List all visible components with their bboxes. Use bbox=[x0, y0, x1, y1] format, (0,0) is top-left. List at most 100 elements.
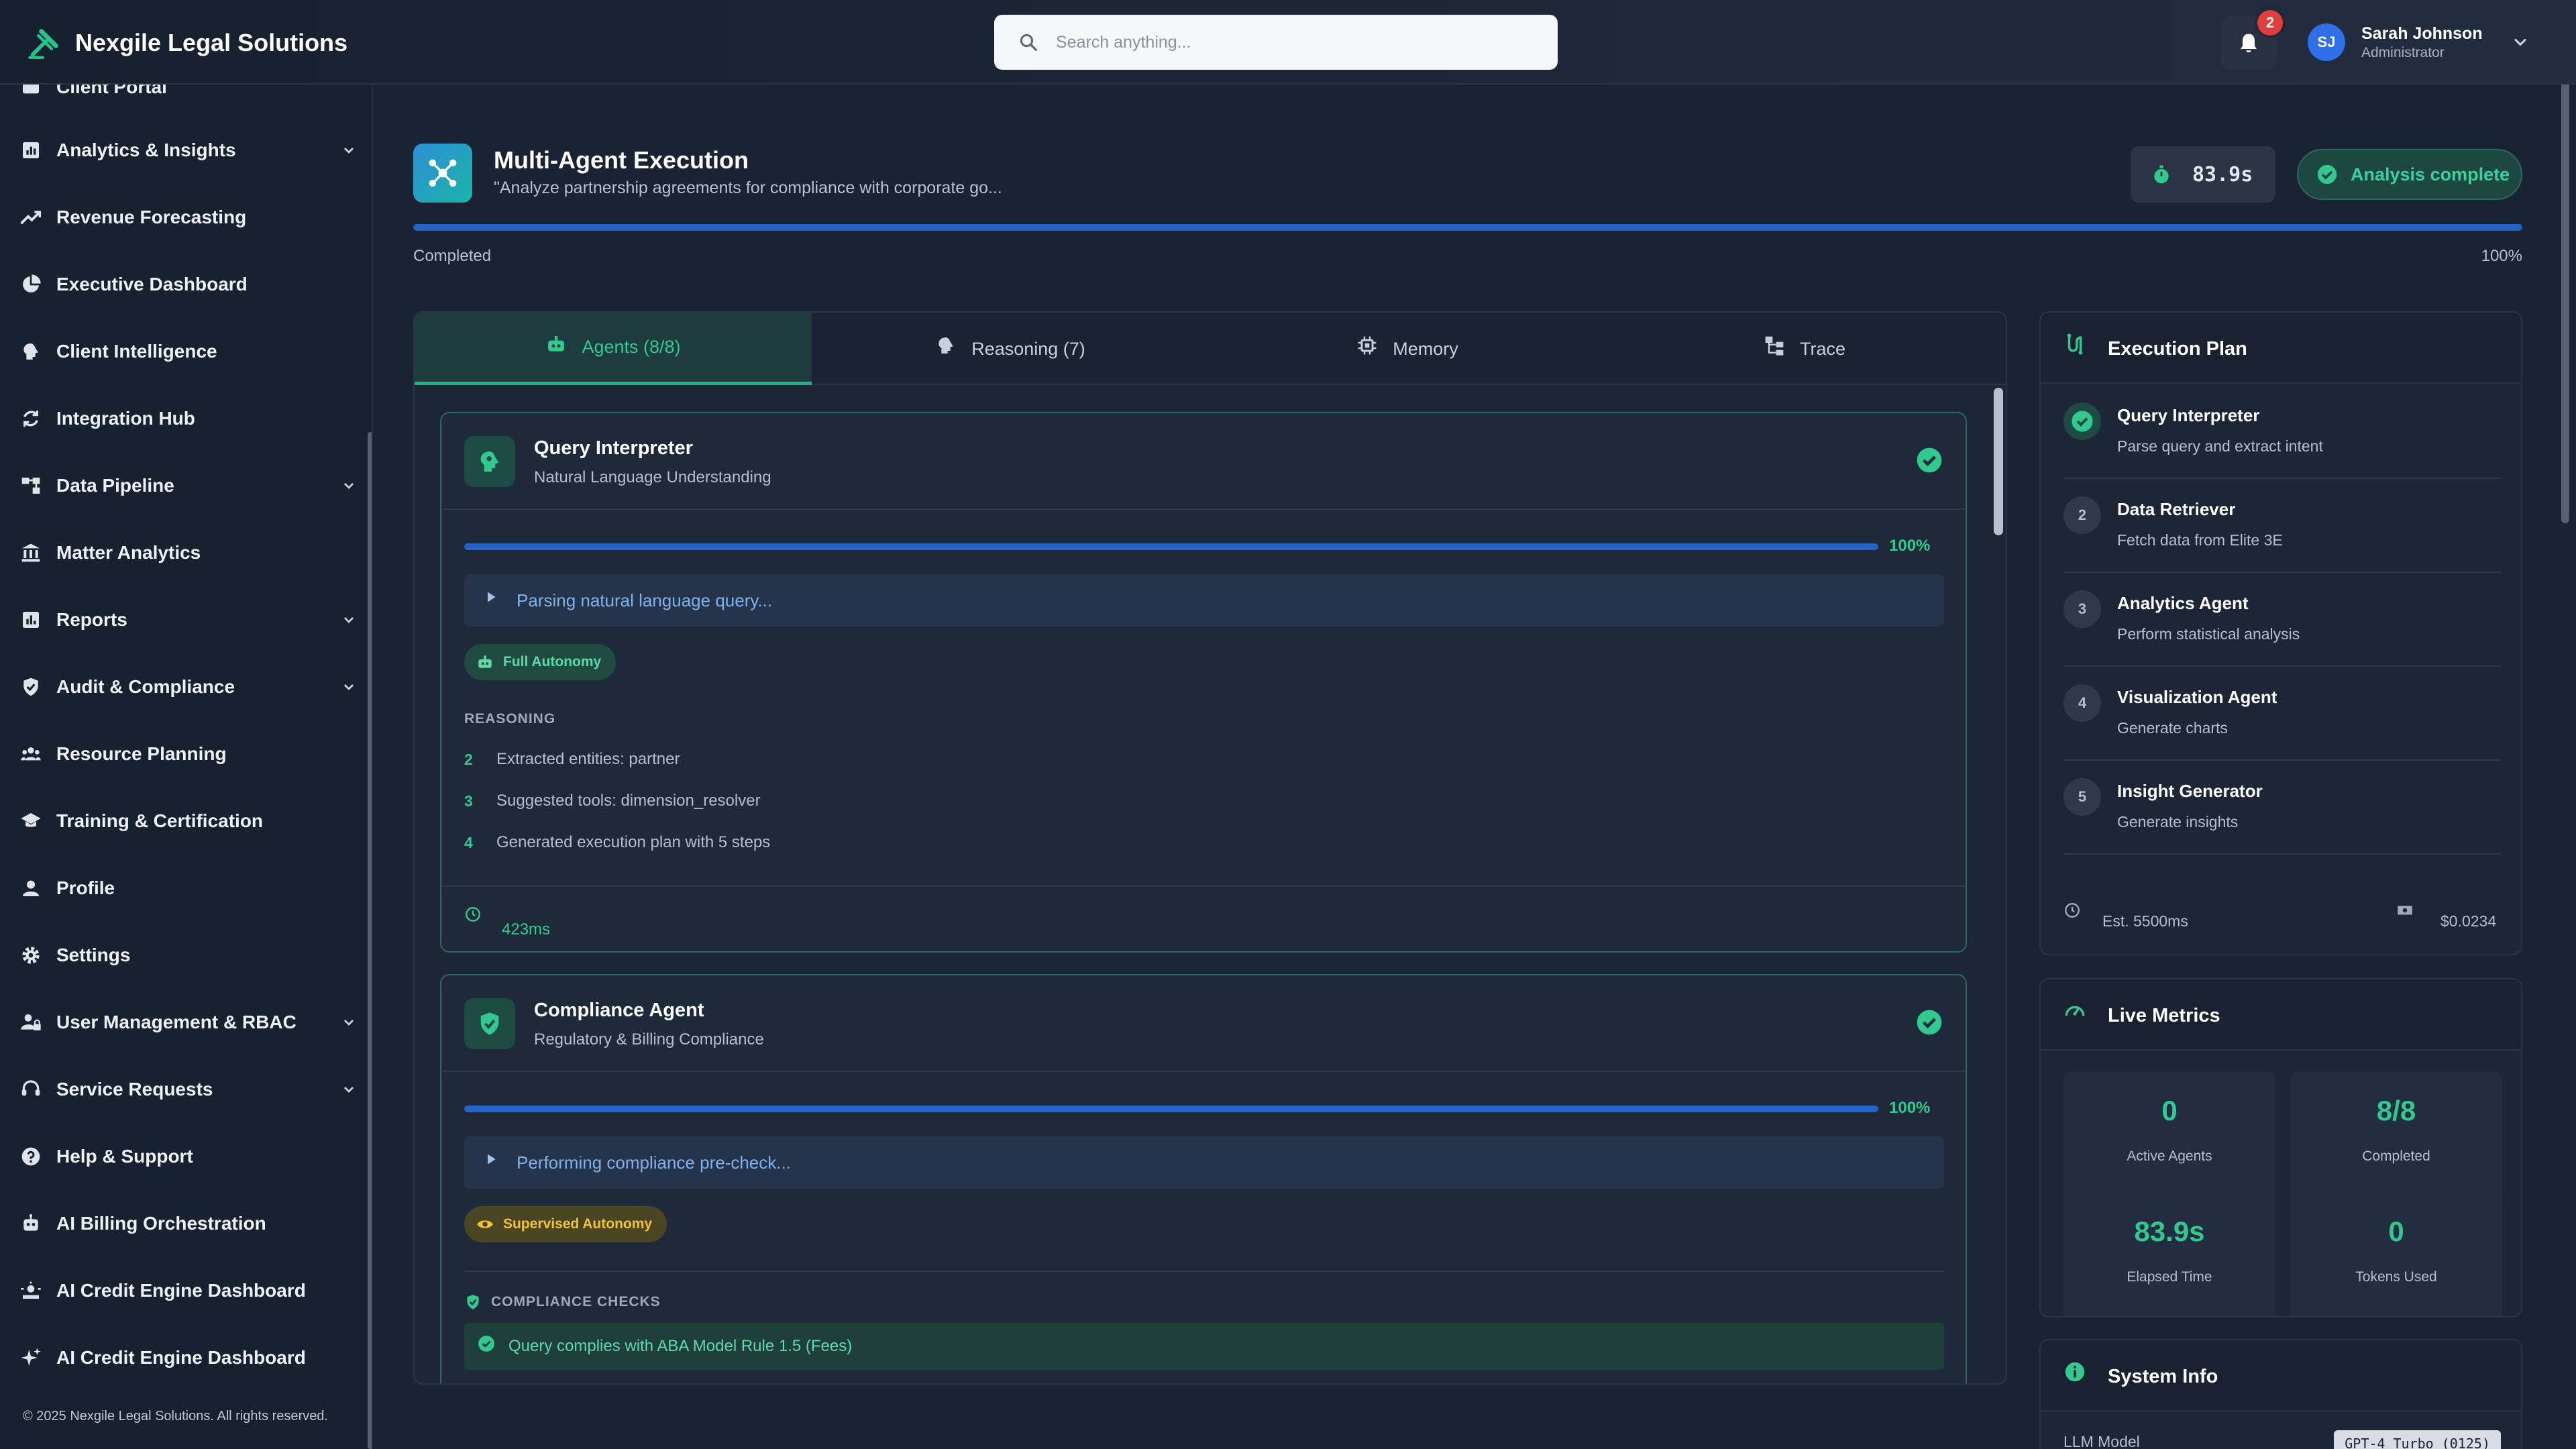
route-icon bbox=[2067, 333, 2083, 355]
sidebar-item-integration-hub[interactable]: Integration Hub bbox=[0, 392, 368, 445]
sparkle-icon bbox=[21, 1348, 41, 1366]
agent-current-step[interactable]: Performing compliance pre-check... bbox=[464, 1136, 1944, 1189]
chevron-down-icon bbox=[344, 1020, 354, 1026]
sidebar-scrollbar[interactable] bbox=[368, 432, 372, 1449]
system-info-header: System Info bbox=[2041, 1340, 2521, 1411]
sidebar-item-ai-credit-engine[interactable]: AI Credit Engine Dashboard bbox=[0, 1264, 368, 1318]
agent-progress-fill bbox=[464, 1106, 1878, 1112]
metric-tokens-used: 0 Tokens Used bbox=[2290, 1193, 2502, 1316]
execution-progress-fill bbox=[413, 224, 2522, 231]
robot-icon bbox=[478, 655, 492, 668]
sidebar-item-profile[interactable]: Profile bbox=[0, 861, 368, 915]
sidebar-item-analytics[interactable]: Analytics & Insights bbox=[0, 123, 368, 177]
chevron-down-icon bbox=[344, 148, 354, 154]
chip-icon bbox=[1358, 336, 1377, 355]
search-bar[interactable] bbox=[994, 15, 1558, 70]
check-circle-icon bbox=[1917, 447, 1942, 473]
agent-card-compliance[interactable]: Compliance Agent Regulatory & Billing Co… bbox=[440, 974, 1967, 1383]
plan-step[interactable]: 5 Insight Generator Generate insights bbox=[2063, 761, 2501, 855]
tab-reasoning[interactable]: Reasoning (7) bbox=[812, 313, 1209, 385]
sidebar-item-ai-billing[interactable]: AI Billing Orchestration bbox=[0, 1197, 368, 1250]
tab-agents[interactable]: Agents (8/8) bbox=[415, 313, 812, 385]
sidebar-item-executive-dashboard[interactable]: Executive Dashboard bbox=[0, 258, 368, 311]
execution-plan-title: Execution Plan bbox=[2108, 338, 2247, 360]
sidebar-item-reports[interactable]: Reports bbox=[0, 593, 368, 647]
sidebar-item-ai-credit-engine-2[interactable]: AI Credit Engine Dashboard bbox=[0, 1331, 368, 1385]
llm-model-chip: GPT-4 Turbo (0125) bbox=[2334, 1430, 2501, 1449]
sidebar-item-service-requests[interactable]: Service Requests bbox=[0, 1063, 368, 1116]
agents-panel: Agents (8/8) Reasoning (7) Memory Trace … bbox=[413, 311, 2007, 1385]
plan-step[interactable]: 2 Data Retriever Fetch data from Elite 3… bbox=[2063, 479, 2501, 573]
brain-icon bbox=[480, 451, 499, 472]
sidebar-item-client-portal[interactable]: Client Portal bbox=[0, 85, 368, 114]
robot-icon bbox=[548, 335, 565, 352]
agent-icon bbox=[464, 436, 515, 487]
reasoning-line: 2 Extracted entities: partner bbox=[464, 750, 680, 768]
compliance-checks-heading: COMPLIANCE CHECKS bbox=[464, 1293, 661, 1311]
card-divider bbox=[464, 1271, 1944, 1272]
money-icon bbox=[2398, 906, 2412, 915]
sidebar-item-audit-compliance[interactable]: Audit & Compliance bbox=[0, 660, 368, 714]
tab-trace[interactable]: Trace bbox=[1606, 313, 2003, 385]
agent-icon bbox=[464, 998, 515, 1049]
reports-icon bbox=[23, 612, 39, 628]
user-menu[interactable]: SJ Sarah Johnson Administrator bbox=[2308, 21, 2530, 63]
help-icon bbox=[21, 1147, 40, 1166]
sidebar-item-revenue-forecasting[interactable]: Revenue Forecasting bbox=[0, 191, 368, 244]
chevron-down-icon bbox=[344, 684, 354, 690]
gear-icon bbox=[22, 947, 40, 964]
sidebar-item-settings[interactable]: Settings bbox=[0, 928, 368, 982]
step-badge bbox=[2063, 402, 2101, 440]
sidebar-item-matter-analytics[interactable]: Matter Analytics bbox=[0, 526, 368, 580]
headset-icon bbox=[21, 1080, 40, 1096]
sidebar-item-resource-planning[interactable]: Resource Planning bbox=[0, 727, 368, 781]
agent-card-query-interpreter[interactable]: Query Interpreter Natural Language Under… bbox=[440, 412, 1967, 953]
plan-step[interactable]: Query Interpreter Parse query and extrac… bbox=[2063, 385, 2501, 479]
status-badge: Analysis complete bbox=[2297, 149, 2522, 200]
sidebar-item-data-pipeline[interactable]: Data Pipeline bbox=[0, 459, 368, 513]
sidebar-item-help-support[interactable]: Help & Support bbox=[0, 1130, 368, 1183]
gauge-icon bbox=[2065, 1006, 2085, 1016]
sidebar-item-training[interactable]: Training & Certification bbox=[0, 794, 368, 848]
tab-memory[interactable]: Memory bbox=[1209, 313, 1606, 385]
execution-progress-bar bbox=[413, 224, 2522, 231]
pie-chart-icon bbox=[23, 274, 41, 292]
bell-icon bbox=[2241, 34, 2257, 53]
agent-subtitle: Natural Language Understanding bbox=[534, 468, 771, 486]
agent-card-header: Query Interpreter Natural Language Under… bbox=[441, 413, 1966, 510]
elapsed-timer: 83.9s bbox=[2131, 146, 2275, 203]
notifications-button[interactable]: 2 bbox=[2220, 8, 2285, 70]
page-title: Multi-Agent Execution bbox=[494, 146, 749, 174]
search-input[interactable] bbox=[1056, 32, 1525, 52]
person-icon bbox=[23, 880, 39, 896]
pipeline-icon bbox=[21, 478, 40, 494]
shield-check-icon bbox=[23, 678, 38, 696]
agent-progress-percent: 100% bbox=[1889, 1099, 1931, 1117]
step-badge: 4 bbox=[2063, 684, 2101, 722]
live-metrics-title: Live Metrics bbox=[2108, 1005, 2220, 1026]
llm-model-row: LLM Model GPT-4 Turbo (0125) bbox=[2063, 1430, 2501, 1449]
brand[interactable]: Nexgile Legal Solutions bbox=[27, 24, 347, 62]
shield-check-icon bbox=[467, 1295, 479, 1309]
autonomy-badge: Supervised Autonomy bbox=[464, 1206, 667, 1242]
analytics-icon bbox=[23, 142, 39, 158]
plan-estimate: Est. 5500ms bbox=[2102, 912, 2188, 930]
plan-step[interactable]: 3 Analytics Agent Perform statistical an… bbox=[2063, 573, 2501, 667]
plan-step[interactable]: 4 Visualization Agent Generate charts bbox=[2063, 667, 2501, 761]
sidebar-item-client-intelligence[interactable]: Client Intelligence bbox=[0, 325, 368, 378]
eye-icon bbox=[477, 1220, 493, 1228]
metric-completed: 8/8 Completed bbox=[2290, 1072, 2502, 1203]
system-info-title: System Info bbox=[2108, 1366, 2218, 1387]
execution-plan-panel: Execution Plan Query Interpreter Parse q… bbox=[2039, 311, 2522, 955]
clock-icon bbox=[466, 907, 480, 922]
user-lock-icon bbox=[21, 1014, 41, 1030]
network-icon bbox=[429, 159, 457, 187]
metric-active-agents: 0 Active Agents bbox=[2063, 1072, 2275, 1203]
panel-scrollbar[interactable] bbox=[1994, 388, 2003, 535]
brand-name: Nexgile Legal Solutions bbox=[75, 29, 348, 56]
agent-current-step[interactable]: Parsing natural language query... bbox=[464, 574, 1944, 627]
sidebar-item-user-management[interactable]: User Management & RBAC bbox=[0, 996, 368, 1049]
check-circle-icon bbox=[478, 1336, 494, 1352]
page-scrollbar[interactable] bbox=[2559, 0, 2571, 1449]
chevron-down-icon bbox=[344, 1087, 354, 1093]
